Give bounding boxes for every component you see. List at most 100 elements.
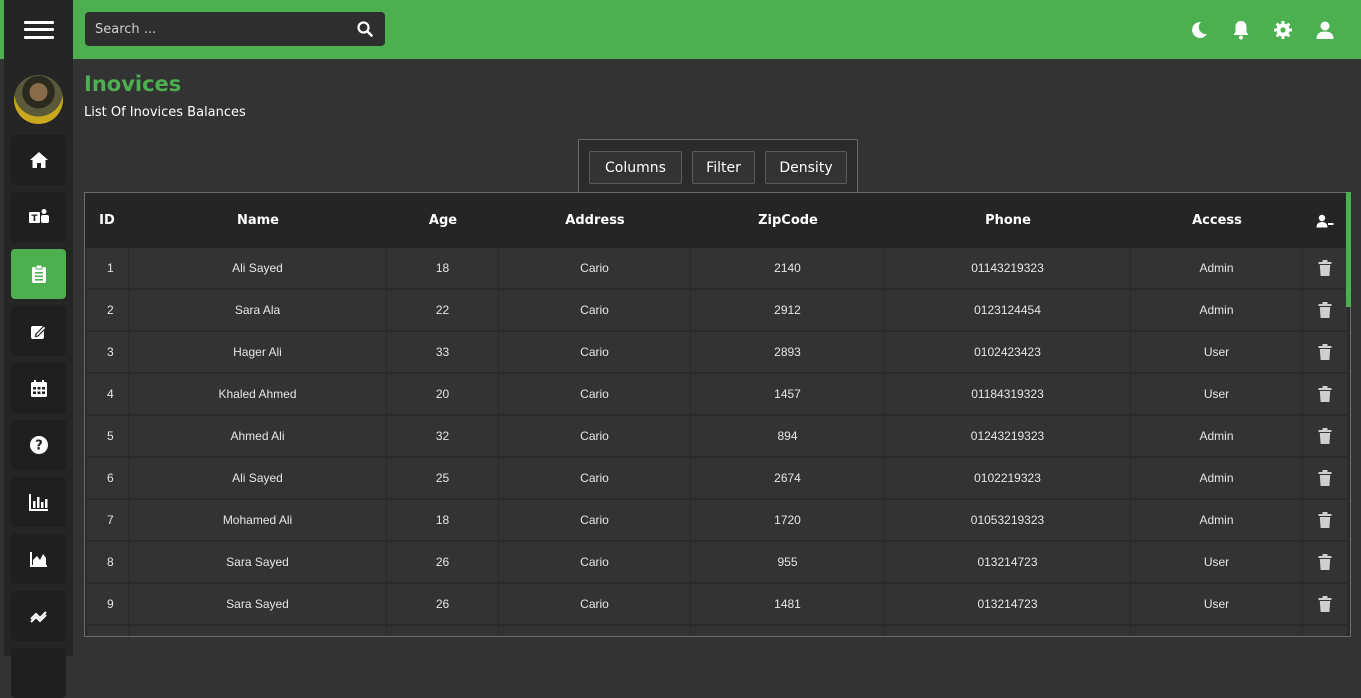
sidebar-item-line-chart[interactable]: [11, 591, 66, 641]
table-row[interactable]: 1 Ali Sayed 18 Cario 2140 01143219323 Admin: [85, 248, 1350, 290]
search-input[interactable]: [85, 12, 345, 46]
cell-id: 3: [87, 332, 128, 372]
cell-age: 18: [387, 248, 498, 288]
cell-name: Khaled Ahmed: [129, 374, 386, 414]
delete-row-button[interactable]: [1303, 542, 1347, 582]
cell-address: Cario: [499, 500, 690, 540]
user-minus-icon: [1316, 214, 1334, 227]
cell-address: Cario: [499, 248, 690, 288]
delete-row-button[interactable]: [1303, 374, 1347, 414]
trash-icon: [1318, 470, 1332, 486]
page-subtitle: List Of Inovices Balances: [84, 105, 246, 120]
scrollbar[interactable]: [1346, 192, 1351, 307]
cell-phone: 01053219323: [885, 500, 1130, 540]
sidebar-item-form[interactable]: [11, 306, 66, 356]
cell-phone: 0123124454: [885, 290, 1130, 330]
cell-access: Admin: [1131, 416, 1302, 456]
table-row[interactable]: 5 Ahmed Ali 32 Cario 894 01243219323 Admin: [85, 416, 1350, 458]
header-address[interactable]: Address: [499, 193, 691, 248]
search-button[interactable]: [345, 12, 385, 46]
user-icon: [1316, 21, 1334, 39]
search-icon: [357, 21, 373, 37]
trash-icon: [1318, 428, 1332, 444]
table-row[interactable]: 8 Sara Sayed 26 Cario 955 013214723 User: [85, 542, 1350, 584]
header-age[interactable]: Age: [387, 193, 499, 248]
header-access[interactable]: Access: [1131, 193, 1303, 248]
cell-name: Ali Sayed: [129, 248, 386, 288]
svg-text:?: ?: [35, 439, 43, 454]
cell-access: User: [1131, 542, 1302, 582]
delete-row-button[interactable]: [1303, 458, 1347, 498]
cell-address: Cario: [499, 416, 690, 456]
sidebar-item-home[interactable]: [11, 135, 66, 185]
cell-name: Ali Sayed: [129, 458, 386, 498]
cell-id: 9: [87, 584, 128, 624]
grid-toolbar: Columns Filter Density: [578, 139, 858, 193]
cell-name: Sara Sayed: [129, 542, 386, 582]
trash-icon: [1318, 596, 1332, 612]
table-row[interactable]: 9 Sara Sayed 26 Cario 1481 013214723 User: [85, 584, 1350, 626]
profile-button[interactable]: [1315, 20, 1335, 40]
sidebar-item-bar-chart[interactable]: [11, 477, 66, 527]
trash-icon: [1318, 260, 1332, 276]
notifications-button[interactable]: [1231, 20, 1251, 40]
cell-age: 26: [387, 542, 498, 582]
header-remove-user[interactable]: [1303, 193, 1347, 248]
delete-row-button[interactable]: [1303, 332, 1347, 372]
bar-chart-icon: [28, 494, 48, 511]
sidebar-item-invoices[interactable]: [11, 249, 66, 299]
header-phone[interactable]: Phone: [885, 193, 1131, 248]
cell-address: Cario: [499, 584, 690, 624]
area-chart-icon: [29, 552, 47, 567]
avatar[interactable]: [14, 75, 63, 124]
delete-row-button[interactable]: [1303, 500, 1347, 540]
table-row[interactable]: 3 Hager Ali 33 Cario 2893 0102423423 User: [85, 332, 1350, 374]
cell-age: 25: [387, 458, 498, 498]
cell-zipcode: 2893: [691, 332, 884, 372]
cell-age: 32: [387, 416, 498, 456]
menu-toggle-button[interactable]: [4, 0, 73, 59]
cell-zipcode: 894: [691, 416, 884, 456]
cell-access: User: [1131, 374, 1302, 414]
sidebar-item-area-chart[interactable]: [11, 534, 66, 584]
teams-icon: T: [28, 209, 49, 224]
header-zipcode[interactable]: ZipCode: [691, 193, 885, 248]
table-row[interactable]: 7 Mohamed Ali 18 Cario 1720 01053219323 Admin: [85, 500, 1350, 542]
cell-age: 18: [387, 500, 498, 540]
moon-icon: [1192, 21, 1207, 38]
header-name[interactable]: Name: [129, 193, 387, 248]
header-id[interactable]: ID: [85, 193, 129, 248]
sidebar-item-faq[interactable]: ?: [11, 420, 66, 470]
columns-button[interactable]: Columns: [589, 151, 682, 184]
theme-toggle-button[interactable]: [1189, 20, 1209, 40]
cell-access: Admin: [1131, 248, 1302, 288]
density-button[interactable]: Density: [765, 151, 847, 184]
cell-empty: [499, 626, 690, 636]
filter-button[interactable]: Filter: [692, 151, 755, 184]
table-row[interactable]: 6 Ali Sayed 25 Cario 2674 0102219323 Admin: [85, 458, 1350, 500]
table-row[interactable]: 4 Khaled Ahmed 20 Cario 1457 01184319323 User: [85, 374, 1350, 416]
cell-address: Cario: [499, 542, 690, 582]
bell-icon: [1233, 20, 1249, 39]
clipboard-icon: [31, 264, 46, 283]
page-title: Inovices: [84, 72, 182, 96]
cell-id: 2: [87, 290, 128, 330]
cell-zipcode: 1481: [691, 584, 884, 624]
cell-access: User: [1131, 332, 1302, 372]
settings-button[interactable]: [1273, 20, 1293, 40]
cell-phone: 01143219323: [885, 248, 1130, 288]
sidebar-item-team[interactable]: T: [11, 192, 66, 242]
edit-icon: [30, 325, 47, 339]
cell-phone: 01243219323: [885, 416, 1130, 456]
cell-zipcode: 2140: [691, 248, 884, 288]
sidebar-item-calendar[interactable]: [11, 363, 66, 413]
delete-row-button[interactable]: [1303, 416, 1347, 456]
delete-row-button[interactable]: [1303, 248, 1347, 288]
cell-address: Cario: [499, 332, 690, 372]
cell-zipcode: 955: [691, 542, 884, 582]
trash-icon: [1318, 344, 1332, 360]
cell-address: Cario: [499, 290, 690, 330]
table-row[interactable]: 2 Sara Ala 22 Cario 2912 0123124454 Admin: [85, 290, 1350, 332]
delete-row-button[interactable]: [1303, 584, 1347, 624]
delete-row-button[interactable]: [1303, 290, 1347, 330]
